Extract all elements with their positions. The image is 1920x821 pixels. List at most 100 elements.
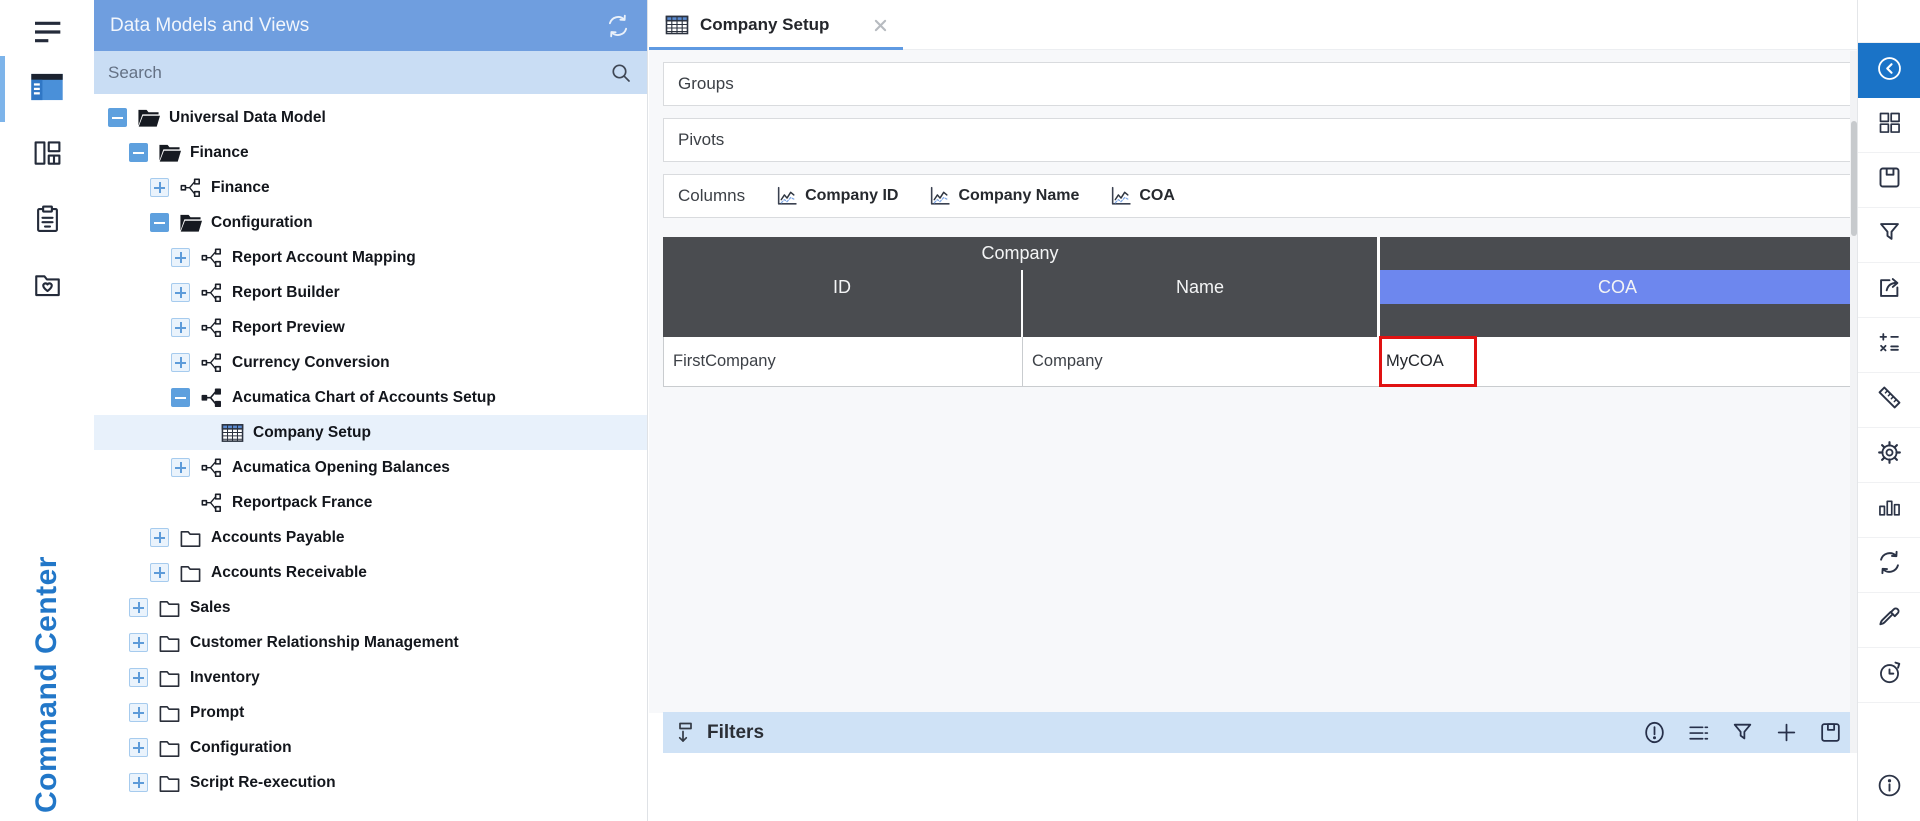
tab-company-setup[interactable]: Company Setup: [649, 0, 903, 50]
cell-company-id[interactable]: FirstCompany: [664, 337, 1023, 386]
sparkline-icon: [928, 186, 951, 207]
column-header-coa-selected[interactable]: COA: [1380, 270, 1855, 304]
collapse-icon[interactable]: [108, 108, 127, 127]
expand-icon[interactable]: [129, 703, 148, 722]
tree-item-finance[interactable]: Finance: [94, 135, 647, 170]
column-chip-company-id[interactable]: Company ID: [775, 186, 898, 207]
tree-item-report-builder[interactable]: Report Builder: [94, 275, 647, 310]
filter-list-button[interactable]: [1686, 720, 1711, 745]
column-chip-coa[interactable]: COA: [1109, 186, 1175, 207]
nav-data-models[interactable]: [0, 56, 94, 122]
expand-icon[interactable]: [150, 563, 169, 582]
expand-icon[interactable]: [171, 353, 190, 372]
save-filters-button[interactable]: [1818, 720, 1843, 745]
collapse-icon[interactable]: [129, 143, 148, 162]
nav-reports[interactable]: [0, 188, 94, 254]
expand-icon[interactable]: [171, 318, 190, 337]
calculations-button[interactable]: [1858, 318, 1920, 373]
tree-item-configuration[interactable]: Configuration: [94, 205, 647, 240]
settings-button[interactable]: [1858, 428, 1920, 483]
color-picker-button[interactable]: [1858, 593, 1920, 648]
search-icon[interactable]: [609, 61, 633, 85]
column-header-name[interactable]: Name: [1023, 270, 1377, 304]
info-icon: [1876, 772, 1903, 804]
collapse-icon[interactable]: [171, 388, 190, 407]
tree-item-reportpack-france[interactable]: Reportpack France: [94, 485, 647, 520]
expand-icon[interactable]: [129, 738, 148, 757]
dropper-icon: [1876, 604, 1903, 636]
add-filter-funnel-button[interactable]: [1730, 720, 1755, 745]
tree-item-report-preview[interactable]: Report Preview: [94, 310, 647, 345]
refresh-icon[interactable]: [605, 13, 631, 39]
tree-item-label: Accounts Receivable: [211, 563, 367, 581]
view-icon: [200, 317, 223, 339]
tree-item-currency-conversion[interactable]: Currency Conversion: [94, 345, 647, 380]
errors-button[interactable]: [1642, 720, 1667, 745]
cell-company-name[interactable]: Company: [1023, 337, 1380, 386]
expand-icon[interactable]: [150, 528, 169, 547]
expand-icon[interactable]: [171, 458, 190, 477]
expand-icon[interactable]: [129, 598, 148, 617]
collapse-icon[interactable]: [150, 213, 169, 232]
charts-button[interactable]: [1858, 483, 1920, 538]
tree-item-company-setup[interactable]: Company Setup: [94, 415, 647, 450]
nav-dashboards[interactable]: [0, 122, 94, 188]
column-chip-company-name[interactable]: Company Name: [928, 186, 1079, 207]
column-header-id[interactable]: ID: [663, 270, 1021, 304]
expand-icon[interactable]: [171, 283, 190, 302]
tree-item-prompt[interactable]: Prompt: [94, 695, 647, 730]
filter-button[interactable]: [1858, 208, 1920, 263]
header-filter-cell[interactable]: [1023, 304, 1377, 337]
tree-item-acumatica-opening-balances[interactable]: Acumatica Opening Balances: [94, 450, 647, 485]
coa-group-cell[interactable]: [1380, 237, 1855, 270]
expand-icon[interactable]: [129, 773, 148, 792]
dashboard-grid-button[interactable]: [1858, 98, 1920, 153]
folder-closed-icon: [179, 562, 202, 584]
tree-item-label: Script Re-execution: [190, 773, 336, 791]
groups-dropzone[interactable]: Groups: [663, 62, 1855, 106]
close-icon[interactable]: [872, 17, 889, 34]
expand-icon[interactable]: [129, 633, 148, 652]
tree-item-accounts-payable[interactable]: Accounts Payable: [94, 520, 647, 555]
expand-icon[interactable]: [150, 178, 169, 197]
folder-open-icon: [158, 142, 181, 164]
tree-item-finance[interactable]: Finance: [94, 170, 647, 205]
header-filter-cell[interactable]: [1380, 304, 1855, 337]
export-button[interactable]: [1858, 263, 1920, 318]
save-button[interactable]: [1858, 153, 1920, 208]
header-filter-cell[interactable]: [663, 304, 1021, 337]
add-button[interactable]: [1774, 720, 1799, 745]
tree-item-inventory[interactable]: Inventory: [94, 660, 647, 695]
measure-button[interactable]: [1858, 373, 1920, 428]
info-button[interactable]: [1858, 765, 1920, 811]
scrollbar-track[interactable]: [1850, 51, 1857, 753]
expand-icon[interactable]: [129, 668, 148, 687]
collapse-panel-button[interactable]: [1858, 43, 1920, 98]
hamburger-menu-button[interactable]: [0, 12, 94, 56]
columns-dropzone[interactable]: Columns Company ID Company Name COA: [663, 174, 1855, 218]
tree-item-report-account-mapping[interactable]: Report Account Mapping: [94, 240, 647, 275]
tree-item-script-re-execution[interactable]: Script Re-execution: [94, 765, 647, 800]
history-button[interactable]: [1858, 648, 1920, 703]
scrollbar-thumb[interactable]: [1850, 121, 1857, 236]
data-models-panel-icon: [30, 71, 64, 108]
refresh-button[interactable]: [1858, 538, 1920, 593]
highlighted-cell-coa[interactable]: MyCOA: [1379, 336, 1477, 387]
pivots-dropzone[interactable]: Pivots: [663, 118, 1855, 162]
tree-item-accounts-receivable[interactable]: Accounts Receivable: [94, 555, 647, 590]
tree-item-sales[interactable]: Sales: [94, 590, 647, 625]
group-header-company[interactable]: Company: [663, 237, 1377, 270]
folder-closed-icon: [158, 667, 181, 689]
cell-coa[interactable]: MyCOA: [1379, 336, 1854, 387]
tree-item-label: Currency Conversion: [232, 353, 390, 371]
tree-item-universal-data-model[interactable]: Universal Data Model: [94, 100, 647, 135]
tree-item-acumatica-chart-of-accounts-setup[interactable]: Acumatica Chart of Accounts Setup: [94, 380, 647, 415]
expand-icon[interactable]: [171, 248, 190, 267]
tree-search-bar: [94, 51, 647, 94]
search-input[interactable]: [108, 62, 609, 83]
filter-down-icon: [675, 720, 699, 745]
tree-item-configuration[interactable]: Configuration: [94, 730, 647, 765]
tree-item-customer-relationship-management[interactable]: Customer Relationship Management: [94, 625, 647, 660]
table-icon: [665, 14, 689, 36]
nav-favorites[interactable]: [0, 254, 94, 320]
